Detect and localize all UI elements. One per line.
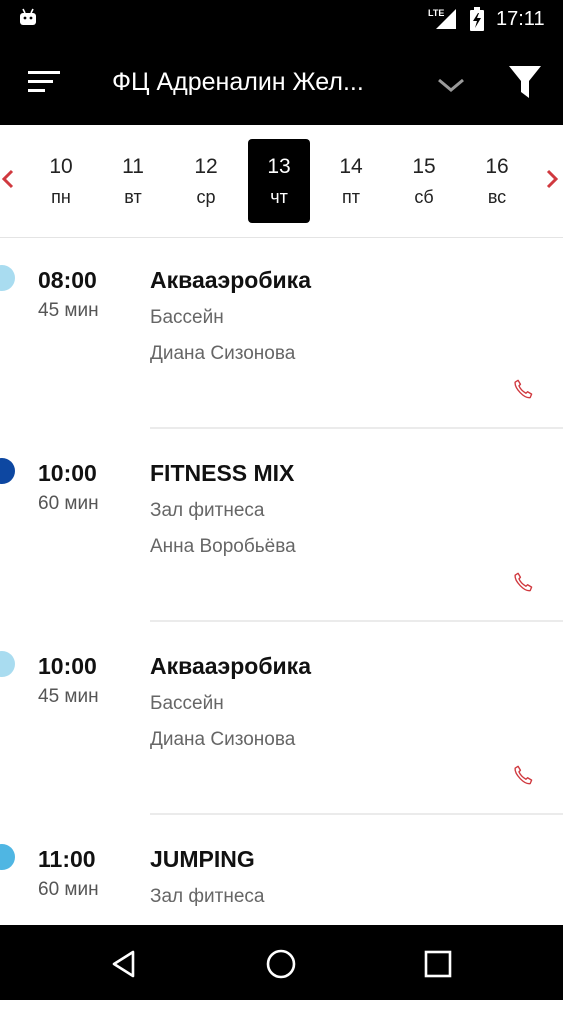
day-number: 11 [122,155,144,178]
session-room: Бассейн [150,693,224,714]
session-room: Бассейн [150,307,224,328]
day-number: 14 [339,155,363,178]
session-trainer: Анна Воробьёва [150,536,296,557]
day-of-week: пт [342,187,360,207]
day-of-week: вт [124,187,142,207]
back-icon[interactable] [108,947,142,981]
chevron-left-icon[interactable] [1,167,15,191]
session-time: 11:00 [38,846,96,872]
day-of-week: пн [51,187,71,207]
menu-icon[interactable] [28,67,60,97]
day-number: 15 [412,155,436,178]
divider [150,427,563,429]
session-name: Аквааэробика [150,653,311,679]
divider [150,813,563,815]
session-time: 10:00 [38,653,97,679]
app-bar: ФЦ Адреналин Жел... [0,39,563,125]
day-of-week: вс [487,187,507,207]
recents-icon[interactable] [421,947,455,981]
phone-icon[interactable] [512,764,534,786]
session-duration: 60 мин [38,879,99,900]
day-number: 13 [267,155,291,178]
phone-icon[interactable] [512,378,534,400]
session-trainer: Диана Сизонова [150,343,296,364]
battery-icon [470,7,484,31]
date-strip: 10 пн 11 вт 12 ср 13 чт 14 пт 15 сб 16 в… [0,125,563,238]
category-dot [0,844,15,870]
day-of-week: сб [414,187,434,207]
session-duration: 45 мин [38,300,99,321]
day-11[interactable]: 11 вт [102,139,164,223]
svg-text:LTE: LTE [428,8,444,18]
divider [150,620,563,622]
category-dot [0,265,15,291]
day-13-selected[interactable]: 13 чт [248,139,310,223]
day-of-week: чт [270,187,288,207]
session-name: FITNESS MIX [150,460,295,486]
session-room: Зал фитнеса [150,886,265,907]
session-time: 08:00 [38,267,97,293]
session-name: JUMPING [150,846,255,872]
session-duration: 45 мин [38,686,99,707]
session-item[interactable]: 10:00 45 мин Аквааэробика Бассейн Диана … [0,623,563,816]
chevron-down-icon[interactable] [436,75,466,95]
navigation-bar [0,925,563,1000]
filter-icon[interactable] [508,64,542,100]
session-duration: 60 мин [38,493,99,514]
chevron-right-icon[interactable] [545,167,559,191]
home-icon[interactable] [264,947,298,981]
day-number: 12 [194,155,218,178]
signal-icon: LTE [428,8,456,29]
day-10[interactable]: 10 пн [30,139,92,223]
category-dot [0,651,15,677]
day-16[interactable]: 16 вс [466,139,528,223]
day-of-week: ср [196,187,216,207]
session-item[interactable]: 08:00 45 мин Аквааэробика Бассейн Диана … [0,237,563,430]
session-item[interactable]: 10:00 60 мин FITNESS MIX Зал фитнеса Анн… [0,430,563,623]
session-name: Аквааэробика [150,267,311,293]
category-dot [0,458,15,484]
day-number: 10 [49,155,73,178]
session-room: Зал фитнеса [150,500,265,521]
session-trainer: Диана Сизонова [150,729,296,750]
clock: 17:11 [496,8,545,30]
day-14[interactable]: 14 пт [320,139,382,223]
day-number: 16 [485,155,509,178]
phone-icon[interactable] [512,571,534,593]
android-icon [20,8,36,25]
club-title[interactable]: ФЦ Адреналин Жел... [112,68,364,97]
day-15[interactable]: 15 сб [393,139,455,223]
status-bar: LTE 17:11 [0,0,563,39]
day-12[interactable]: 12 ср [175,139,237,223]
session-time: 10:00 [38,460,97,486]
